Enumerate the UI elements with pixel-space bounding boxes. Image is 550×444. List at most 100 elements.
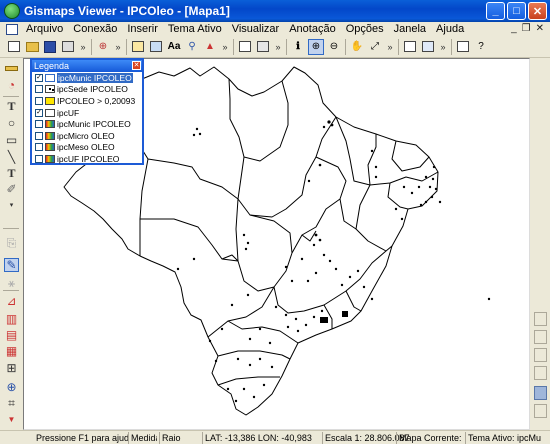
legend-checkbox[interactable] <box>35 96 43 105</box>
toolbar-overflow-icon[interactable]: ▼ <box>4 412 19 426</box>
menu-janela[interactable]: Janela <box>389 22 431 36</box>
find-icon[interactable]: ⊕ <box>4 380 19 394</box>
status-current-map: Mapa Corrente: Ma <box>396 432 464 444</box>
status-bar: Pressione F1 para ajuda Medida Raio LAT:… <box>0 430 550 444</box>
legend-title-bar[interactable]: Legenda ✕ <box>32 60 142 72</box>
histogram-icon[interactable]: ▥ <box>4 312 19 326</box>
title-bar: Gismaps Viewer - IPCOleo - [Mapa1] _ □ ✕ <box>0 0 550 22</box>
legend-item[interactable]: ipcMunic IPCOLEO <box>32 118 142 130</box>
help-doc-button[interactable] <box>455 39 471 55</box>
pan-hand-button[interactable]: ✋ <box>349 39 365 55</box>
menu-tema-ativo[interactable]: Tema Ativo <box>163 22 227 36</box>
refresh-button[interactable] <box>237 39 253 55</box>
legend-checkbox[interactable]: ✓ <box>35 108 43 117</box>
toolbar-overflow-icon[interactable]: » <box>220 42 230 52</box>
legend-panel[interactable]: Legenda ✕ ✓ ipcMunic IPCOLEO ipcSede IPC… <box>30 58 144 165</box>
legend-item-label: ipcUF IPCOLEO <box>57 153 120 164</box>
status-raio[interactable]: Raio <box>159 432 181 444</box>
legend-checkbox[interactable] <box>35 143 43 152</box>
select-feature-icon[interactable]: ⎘ <box>4 236 19 250</box>
close-button[interactable]: ✕ <box>528 2 547 20</box>
toolbar-overflow-icon[interactable]: » <box>78 42 88 52</box>
print-button[interactable] <box>60 39 76 55</box>
chart-icon[interactable]: ⊿ <box>4 294 19 308</box>
flask-icon[interactable] <box>534 386 547 400</box>
panel-button[interactable] <box>534 312 547 326</box>
legend-item[interactable]: ipcSede IPCOLEO <box>32 84 142 96</box>
label-font-button[interactable]: Aa <box>166 39 182 55</box>
zoom-extent-button[interactable]: ⤢ <box>367 39 383 55</box>
legend-item-label: ipcMicro OLEO <box>57 130 115 141</box>
mdi-restore-button[interactable]: ❐ <box>522 23 531 34</box>
bar-chart-icon[interactable]: ▦ <box>4 344 19 358</box>
thematic-button[interactable]: ▲ <box>202 39 218 55</box>
eraser-icon[interactable]: ✐ <box>4 182 19 196</box>
legend-checkbox[interactable]: ✓ <box>35 73 43 82</box>
table-view-button[interactable] <box>130 39 146 55</box>
layout-button[interactable] <box>255 39 271 55</box>
minimize-button[interactable]: _ <box>486 2 505 20</box>
vertex-tool-icon[interactable]: ⚹ <box>4 276 19 290</box>
toolbar-overflow-icon[interactable]: ▾ <box>4 198 19 212</box>
menu-anotacao[interactable]: Anotação <box>284 22 340 36</box>
legend-item[interactable]: ✓ ipcUF <box>32 107 142 119</box>
document-icon[interactable] <box>6 23 18 35</box>
toolbar-overflow-icon[interactable]: » <box>438 42 448 52</box>
layer-properties-button[interactable] <box>148 39 164 55</box>
legend-item[interactable]: ipcMeso OLEO <box>32 142 142 154</box>
mdi-minimize-button[interactable]: _ <box>511 23 517 34</box>
status-medida[interactable]: Medida <box>128 432 157 444</box>
gradient-symbol-icon <box>45 120 55 129</box>
menu-ajuda[interactable]: Ajuda <box>431 22 469 36</box>
ellipse-tool-icon[interactable]: ○ <box>4 116 19 130</box>
legend-checkbox[interactable] <box>35 131 43 140</box>
open-folder-button[interactable] <box>24 39 40 55</box>
measure-icon[interactable]: ⌗ <box>4 396 19 410</box>
save-disk-button[interactable] <box>42 39 58 55</box>
menu-opcoes[interactable]: Opções <box>341 22 389 36</box>
new-map-button[interactable] <box>6 39 22 55</box>
legend-item[interactable]: ✓ ipcMunic IPCOLEO <box>32 72 142 84</box>
legend-checkbox[interactable] <box>35 120 43 129</box>
menu-visualizar[interactable]: Visualizar <box>227 22 285 36</box>
window-title: Gismaps Viewer - IPCOleo - [Mapa1] <box>24 4 230 18</box>
menu-inserir[interactable]: Inserir <box>122 22 163 36</box>
help-context-button[interactable]: ? <box>473 39 489 55</box>
menu-arquivo[interactable]: Arquivo <box>21 22 68 36</box>
info-button[interactable]: ℹ <box>290 39 306 55</box>
legend-close-button[interactable]: ✕ <box>132 61 141 70</box>
statistics-icon[interactable]: ▤ <box>4 328 19 342</box>
panel-button[interactable] <box>534 404 547 418</box>
add-layer-button[interactable]: ⊕ <box>95 39 111 55</box>
window-tile-button[interactable] <box>420 39 436 55</box>
maximize-button[interactable]: □ <box>507 2 526 20</box>
ruler-icon[interactable] <box>4 61 19 75</box>
panel-button[interactable] <box>534 366 547 380</box>
legend-item[interactable]: ipcUF IPCOLEO <box>32 153 142 165</box>
window-cascade-button[interactable] <box>402 39 418 55</box>
compass-icon[interactable]: ◔ <box>4 78 19 92</box>
menu-conexao[interactable]: Conexão <box>68 22 122 36</box>
panel-button[interactable] <box>534 348 547 362</box>
edit-feature-icon[interactable]: ✎ <box>4 258 19 272</box>
toolbar-overflow-icon[interactable]: » <box>273 42 283 52</box>
legend-checkbox[interactable] <box>35 154 43 163</box>
mdi-close-button[interactable]: ✕ <box>536 23 544 34</box>
legend-checkbox[interactable] <box>35 85 43 94</box>
legend-item-label: ipcSede IPCOLEO <box>57 84 128 95</box>
grid-icon[interactable]: ⊞ <box>4 361 19 375</box>
query-button[interactable]: ⚲ <box>184 39 200 55</box>
zoom-in-button[interactable]: ⊕ <box>308 38 324 55</box>
panel-button[interactable] <box>534 330 547 344</box>
toolbar-overflow-icon[interactable]: » <box>113 42 123 52</box>
legend-item[interactable]: ipcMicro OLEO <box>32 130 142 142</box>
rectangle-tool-icon[interactable]: ▭ <box>4 133 19 147</box>
text-tool-icon[interactable]: T <box>4 99 19 113</box>
zoom-out-button[interactable]: ⊖ <box>326 39 342 55</box>
toolbar-overflow-icon[interactable]: » <box>385 42 395 52</box>
gradient-symbol-icon <box>45 131 55 140</box>
legend-item-label: IPCOLEO > 0,20093 <box>57 95 136 106</box>
line-tool-icon[interactable]: ╲ <box>4 150 19 164</box>
label-tool-icon[interactable]: T <box>4 166 19 180</box>
legend-item[interactable]: IPCOLEO > 0,20093 <box>32 95 142 107</box>
